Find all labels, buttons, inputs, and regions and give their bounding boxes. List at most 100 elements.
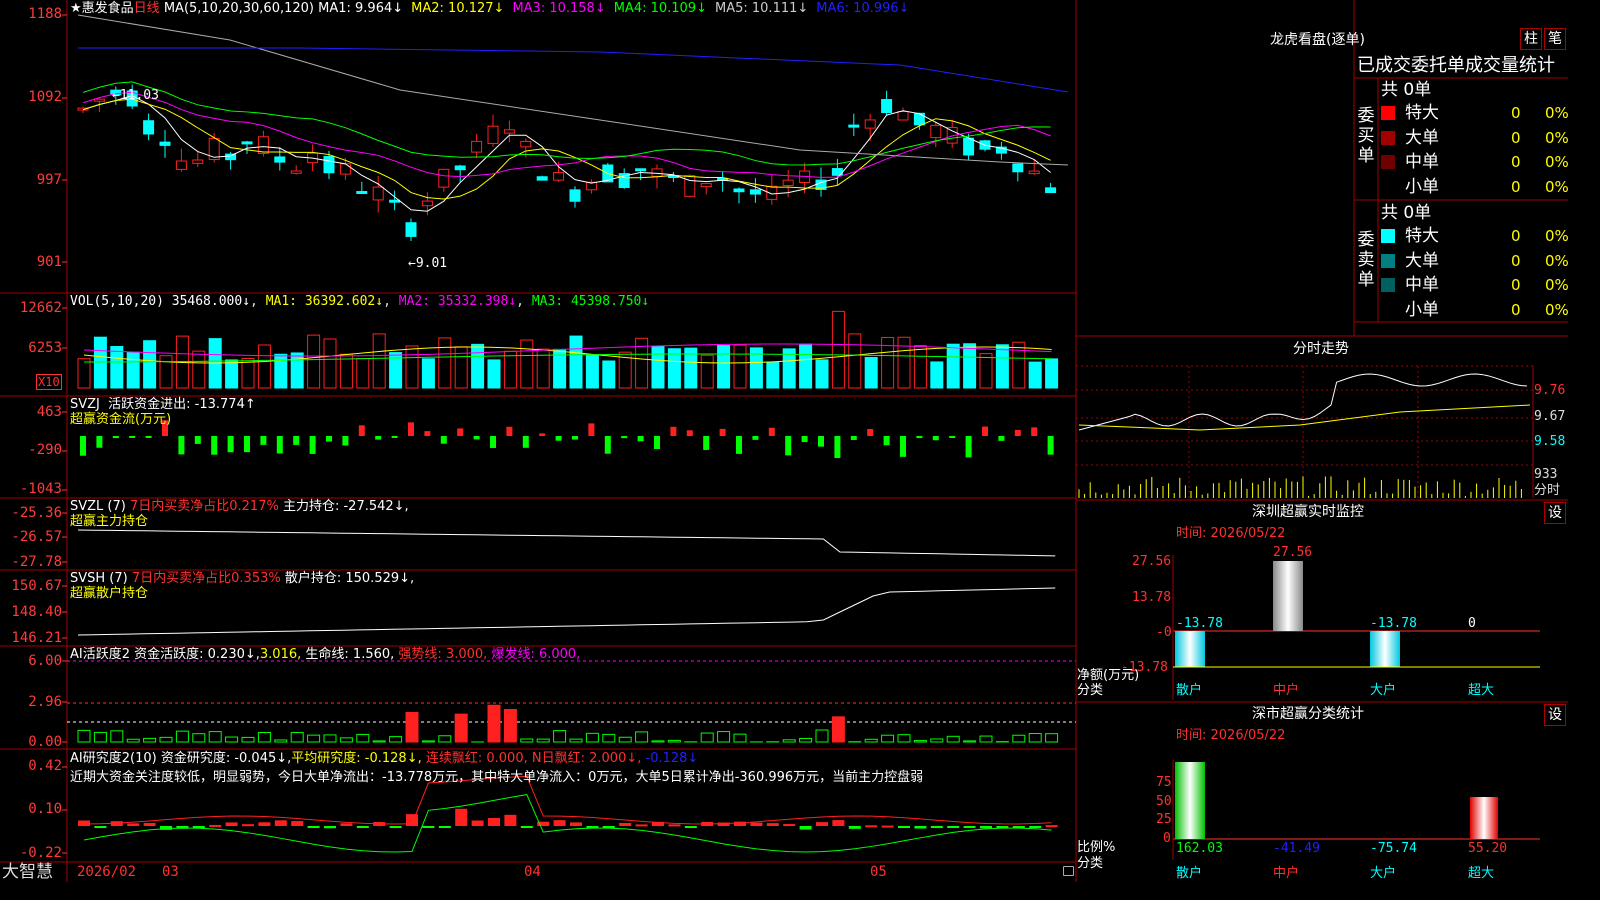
volume-bar xyxy=(77,358,91,389)
x-label: 03 xyxy=(162,864,179,880)
flow-bar xyxy=(145,436,152,438)
flow-bar xyxy=(293,436,300,445)
candle-body xyxy=(93,98,105,102)
ai1-d: 强势线: 3.000, xyxy=(398,647,488,662)
star-icon[interactable]: ★ xyxy=(70,1,82,16)
tick-mode-button[interactable]: 笔 xyxy=(1544,28,1566,50)
activity-bar xyxy=(733,733,747,743)
volume-bar xyxy=(602,360,616,389)
activity-bar xyxy=(782,739,796,743)
research-bar xyxy=(274,820,287,826)
flow-bar xyxy=(490,436,496,448)
chart-canvas xyxy=(0,0,1568,882)
vol-ma2: MA2: 35332.398↓ xyxy=(398,294,517,309)
volume-bar xyxy=(110,346,124,389)
volume-bar xyxy=(159,355,173,389)
volume-bar xyxy=(946,343,960,389)
ai2-ytick: -0.22 xyxy=(19,845,62,861)
flow-bar xyxy=(883,436,890,446)
candle-body xyxy=(503,129,515,134)
period-label[interactable]: 日线 xyxy=(134,1,160,16)
candle-body xyxy=(192,159,204,164)
research-bar xyxy=(766,823,779,826)
research-bar xyxy=(914,826,927,829)
flow-bar xyxy=(260,436,267,445)
svsh-desc2: 散户持仓: 150.529↓, xyxy=(284,571,415,586)
tab-traded[interactable]: 已成交 xyxy=(1357,55,1411,76)
volume-bar xyxy=(717,345,731,389)
activity-bar xyxy=(602,733,616,743)
category-name: 散户 xyxy=(1176,866,1203,881)
candle-body xyxy=(159,141,171,146)
research-bar xyxy=(881,825,894,828)
flow-bar xyxy=(440,436,447,444)
research-bar xyxy=(520,826,533,828)
research-bar xyxy=(78,820,90,826)
research-bar xyxy=(635,824,648,827)
category-value: 162.03 xyxy=(1176,841,1223,856)
category-value: 0 xyxy=(1468,616,1476,631)
tab-orders[interactable]: 委托单 xyxy=(1411,55,1465,76)
candle-body xyxy=(700,183,712,188)
candle-body xyxy=(405,222,417,237)
ai1-ytick: 2.96 xyxy=(28,694,62,710)
high-price-label: ←11.03 xyxy=(112,88,159,103)
stat-settings-button[interactable]: 设 xyxy=(1544,704,1566,726)
volume-bar xyxy=(831,310,845,389)
ai2-a: 资金研究度: -0.045↓, xyxy=(160,751,292,766)
volume-bar xyxy=(848,333,862,389)
activity-bar xyxy=(487,704,501,743)
candle-body xyxy=(963,137,975,156)
stat-ytick: 75 xyxy=(1156,775,1172,790)
flow-bar xyxy=(80,436,86,456)
vol-ytick: 12662 xyxy=(19,300,62,316)
flow-bar xyxy=(588,423,595,436)
research-bar xyxy=(553,820,566,826)
intraday-tick: 9.76 xyxy=(1534,383,1566,398)
flow-bar xyxy=(818,436,824,447)
activity-bar xyxy=(635,731,649,743)
sell-orders-label: 委卖单 xyxy=(1357,230,1375,290)
flow-bar xyxy=(752,436,759,440)
legend-swatch xyxy=(1381,229,1395,243)
svzj-header: SVZJ 活跃资金进出: -13.774↑ xyxy=(70,397,256,412)
category-label: 分类 xyxy=(1077,683,1104,698)
bar-mode-button[interactable]: 柱 xyxy=(1520,28,1542,50)
ai2-ytick: 0.42 xyxy=(28,758,62,774)
volume-bar xyxy=(257,344,271,389)
ai2-e: -0.128↓ xyxy=(645,751,699,766)
main-ytick: 997 xyxy=(36,172,62,188)
svzl-ytick: -26.57 xyxy=(11,529,62,545)
vol-unit-badge[interactable]: X10 xyxy=(36,374,62,390)
ai2-title: AI研究度2(10) xyxy=(70,751,157,766)
order-pct: 0% xyxy=(1545,251,1569,270)
candle-body xyxy=(520,140,532,148)
activity-bar xyxy=(323,734,337,743)
svzl-title: SVZL (7) xyxy=(70,499,126,514)
svzl-desc1: 7日内买卖净占比0.217% xyxy=(129,499,279,514)
stat-category-label: 分类 xyxy=(1077,856,1104,871)
vol-header: VOL(5,10,20) 35468.000↓, MA1: 36392.602↓… xyxy=(70,294,650,309)
ma-value-5: MA5: 10.111↓ xyxy=(715,1,809,16)
research-bar xyxy=(307,826,320,828)
flow-bar xyxy=(276,436,283,454)
main-ytick: 901 xyxy=(36,254,62,270)
monitor-settings-button[interactable]: 设 xyxy=(1544,502,1566,524)
vol-ma3: MA3: 45398.750↓ xyxy=(531,294,650,309)
activity-bar xyxy=(815,729,829,743)
flow-bar xyxy=(555,436,562,441)
svzj-ytick: -290 xyxy=(28,442,62,458)
activity-bar xyxy=(618,736,632,743)
candle-body xyxy=(241,141,253,145)
lock-icon[interactable] xyxy=(1063,866,1074,876)
activity-bar xyxy=(930,738,944,743)
volume-bar xyxy=(290,352,304,389)
candle-body xyxy=(1045,187,1057,194)
svsh-sub: 超赢散户持仓 xyxy=(70,586,149,601)
sz-monitor-title: 深圳超赢实时监控 xyxy=(1252,504,1364,520)
tab-volume-stats[interactable]: 成交量统计 xyxy=(1465,55,1555,76)
activity-bar xyxy=(700,732,714,743)
order-type: 小单 xyxy=(1405,176,1439,197)
order-qty: 0 xyxy=(1511,153,1521,171)
order-type: 大单 xyxy=(1405,127,1439,148)
